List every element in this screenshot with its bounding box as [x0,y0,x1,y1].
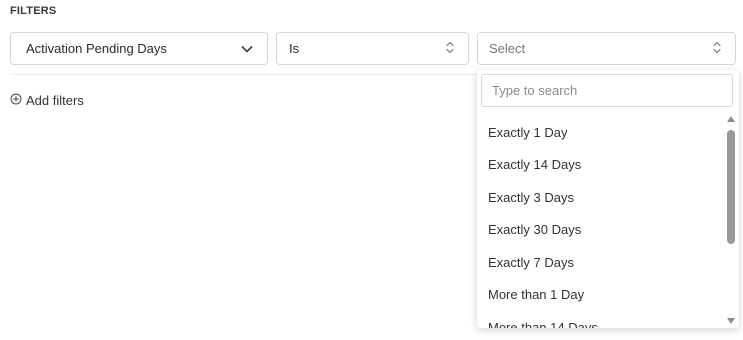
dropdown-option[interactable]: Exactly 7 Days [477,246,722,279]
dropdown-option[interactable]: More than 14 Days [477,311,722,328]
dropdown-option[interactable]: More than 1 Day [477,279,722,312]
value-dropdown-menu: Exactly 1 Day Exactly 14 Days Exactly 3 … [477,70,739,328]
field-select[interactable]: Activation Pending Days [10,32,268,65]
dropdown-option[interactable]: Exactly 1 Day [477,116,722,149]
updown-chevron-icon [713,40,721,57]
dropdown-option[interactable]: Exactly 14 Days [477,149,722,182]
dropdown-search-input[interactable] [481,74,733,107]
add-filters-button[interactable]: Add filters [10,93,84,108]
field-select-value: Activation Pending Days [26,41,167,56]
scroll-up-icon[interactable] [727,116,735,122]
value-select-placeholder: Select [489,41,526,56]
dropdown-scrollbar[interactable] [726,114,736,326]
scroll-thumb[interactable] [727,130,735,244]
dropdown-option[interactable]: Exactly 30 Days [477,214,722,247]
updown-chevron-icon [446,40,454,57]
add-filters-label: Add filters [26,93,84,108]
value-select[interactable]: Select [477,32,736,65]
scroll-track[interactable] [726,126,736,314]
scroll-down-icon[interactable] [727,318,735,324]
plus-circle-icon [10,93,26,108]
operator-select[interactable]: Is [276,32,469,65]
dropdown-option[interactable]: Exactly 3 Days [477,181,722,214]
operator-select-value: Is [289,41,300,56]
filters-section-title: FILTERS [10,5,57,17]
chevron-down-icon [241,41,253,56]
dropdown-options-list: Exactly 1 Day Exactly 14 Days Exactly 3 … [477,116,722,328]
